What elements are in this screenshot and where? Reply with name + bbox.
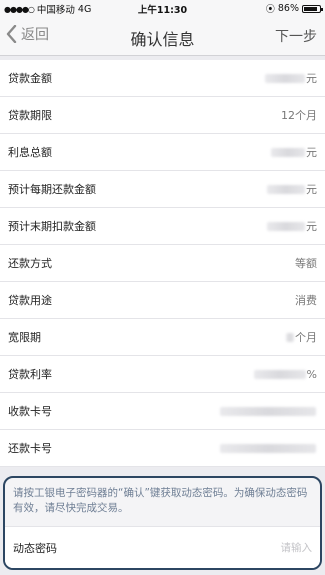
back-label: 返回 [21,27,49,43]
info-row-value-text: 元 [306,146,317,159]
info-row-label: 贷款利率 [8,368,52,381]
redacted-value [286,332,294,342]
info-row-value-text: 元 [306,183,317,196]
info-row-value: 元 [267,181,317,197]
info-row-value: % [253,367,317,381]
info-row-value: 个月 [286,329,317,345]
info-row-value [220,443,317,453]
info-row: 还款方式 等额 [0,245,325,282]
redacted-value [220,406,316,416]
info-row-value-text: 消费 [295,294,317,307]
info-row: 利息总额 元 [0,134,325,171]
info-row-value [220,406,317,416]
otp-input[interactable] [192,541,312,554]
status-bar: ●●●●○ 中国移动 4G 上午11:30 ⦿ 86% [0,0,325,16]
otp-notice: 请按工银电子密码器的“确认”键获取动态密码。为确保动态密码有效，请尽快完成交易。 [13,487,308,514]
rotation-lock-icon: ⦿ [265,5,275,15]
info-row: 收款卡号 [0,393,325,430]
info-row-label: 贷款用途 [8,294,52,307]
info-row-value-text: 元 [306,220,317,233]
info-row-label: 利息总额 [8,146,52,159]
redacted-value [253,369,306,379]
info-row-label: 贷款期限 [8,109,52,122]
info-row: 还款卡号 [0,430,325,467]
loan-info-list: 贷款金额元贷款期限 12个月 利息总额元预计每期还款金额元预计末期扣款金额元还款方式… [0,60,325,467]
info-row-label: 宽限期 [8,331,41,344]
info-row: 贷款期限 12个月 [0,97,325,134]
battery-percent: 86% [277,3,299,14]
redacted-value [271,147,305,157]
info-row: 贷款用途 消费 [0,282,325,319]
info-row-label: 还款卡号 [8,442,52,455]
next-step-button[interactable]: 下一步 [275,26,317,46]
navigation-bar: 返回 确认信息 下一步 [0,16,325,56]
info-row-label: 贷款金额 [8,72,52,85]
info-row-label: 收款卡号 [8,405,52,418]
info-row-value-text: % [306,367,317,381]
info-row-label: 预计每期还款金额 [8,183,96,196]
back-button[interactable]: 返回 [6,24,49,44]
info-row: 贷款金额 元 [0,60,325,97]
info-row-value: 12个月 [281,107,317,123]
info-row: 预计每期还款金额 元 [0,171,325,208]
chevron-left-icon [6,25,17,43]
info-row: 宽限期 个月 [0,319,325,356]
info-row-value-text: 12个月 [281,109,317,122]
info-row: 贷款利率% [0,356,325,393]
info-row-value-text: 个月 [295,331,317,344]
info-row-value: 消费 [295,292,317,308]
info-row-label: 还款方式 [8,257,52,270]
info-row-label: 预计末期扣款金额 [8,220,96,233]
info-row-value-text: 等额 [295,257,317,270]
redacted-value [267,184,305,194]
status-right: ⦿ 86% [265,2,323,15]
info-row-value: 元 [265,70,317,86]
redacted-value [267,221,305,231]
redacted-value [265,73,305,83]
battery-icon [302,4,323,13]
redacted-value [220,443,316,453]
otp-row: 动态密码 [5,526,320,568]
info-row-value: 等额 [295,255,317,271]
info-row-value: 元 [267,218,317,234]
otp-section: 请按工银电子密码器的“确认”键获取动态密码。为确保动态密码有效，请尽快完成交易。… [3,476,322,570]
info-row-value: 元 [271,144,317,160]
otp-label: 动态密码 [13,541,57,555]
battery-fill [304,6,317,11]
info-row: 预计末期扣款金额 元 [0,208,325,245]
info-row-value-text: 元 [306,72,317,85]
